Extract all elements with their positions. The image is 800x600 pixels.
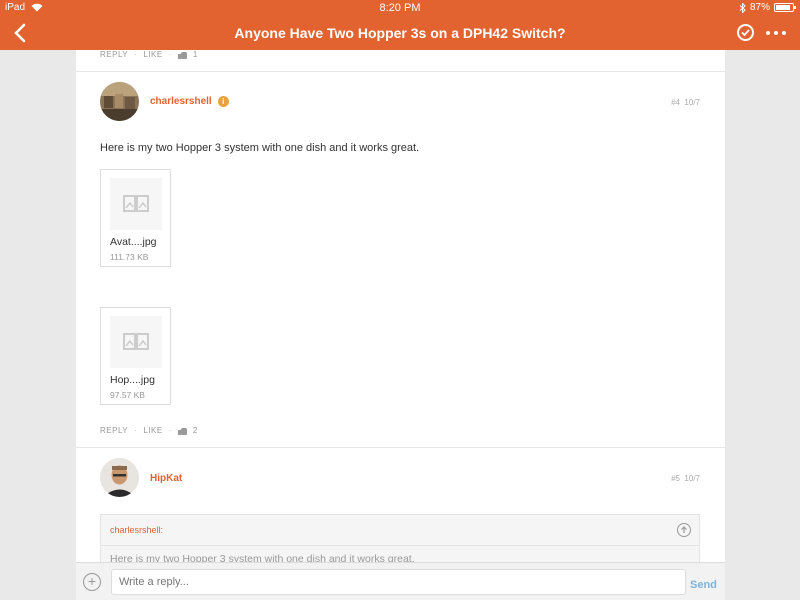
like-count: 2 (192, 426, 198, 435)
post-number: #5 10/7 (671, 474, 700, 483)
avatar[interactable] (100, 458, 139, 497)
battery-icon (774, 3, 796, 12)
post-divider (76, 71, 725, 72)
top-bar: iPad 8:20 PM 87% Anyone Have Two Hopper … (0, 0, 800, 50)
image-placeholder-icon (110, 316, 162, 368)
post4-actions: REPLY · LIKE · 2 (100, 426, 198, 435)
more-options-icon[interactable] (766, 31, 786, 35)
avatar[interactable] (100, 82, 139, 121)
image-placeholder-icon (110, 178, 162, 230)
post-username[interactable]: charlesrshell i (150, 96, 229, 107)
bluetooth-icon (739, 2, 746, 13)
battery-percent: 87% (749, 2, 770, 13)
clock: 8:20 PM (379, 2, 421, 14)
attachment-name: Hop....jpg (110, 374, 155, 386)
post-number: #4 10/7 (671, 98, 700, 107)
info-badge-icon: i (217, 96, 229, 107)
quote-author[interactable]: charlesrshell: (110, 525, 163, 535)
send-button[interactable]: Send (690, 579, 717, 591)
like-link[interactable]: LIKE (143, 50, 162, 59)
attachment[interactable]: Hop....jpg 97.57 KB (100, 307, 171, 405)
attachment[interactable]: Avat....jpg 111.73 KB (100, 169, 171, 267)
like-count: 1 (192, 50, 198, 59)
reply-input[interactable] (111, 569, 686, 595)
post-username[interactable]: HipKat (150, 473, 182, 484)
attachment-size: 111.73 KB (110, 252, 149, 262)
reply-link[interactable]: REPLY (100, 426, 128, 435)
post-divider (76, 447, 725, 448)
add-attachment-icon[interactable]: + (83, 573, 101, 591)
thumbs-up-icon (177, 51, 187, 59)
topic-posts: REPLY · LIKE · 1 charlesrshell i #4 10/7 … (76, 50, 725, 600)
reply-bar: + Send (76, 562, 725, 600)
collapse-quote-icon[interactable] (677, 523, 691, 537)
thumbs-up-icon (177, 427, 187, 435)
check-circle-icon[interactable] (737, 24, 754, 41)
like-link[interactable]: LIKE (143, 426, 162, 435)
attachment-size: 97.57 KB (110, 390, 145, 400)
attachment-name: Avat....jpg (110, 236, 157, 248)
reply-link[interactable]: REPLY (100, 50, 128, 59)
post-body: Here is my two Hopper 3 system with one … (100, 142, 420, 154)
topic-title: Anyone Have Two Hopper 3s on a DPH42 Swi… (234, 25, 566, 41)
status-bar: iPad 8:20 PM 87% (0, 0, 800, 16)
post3-actions: REPLY · LIKE · 1 (100, 50, 198, 59)
